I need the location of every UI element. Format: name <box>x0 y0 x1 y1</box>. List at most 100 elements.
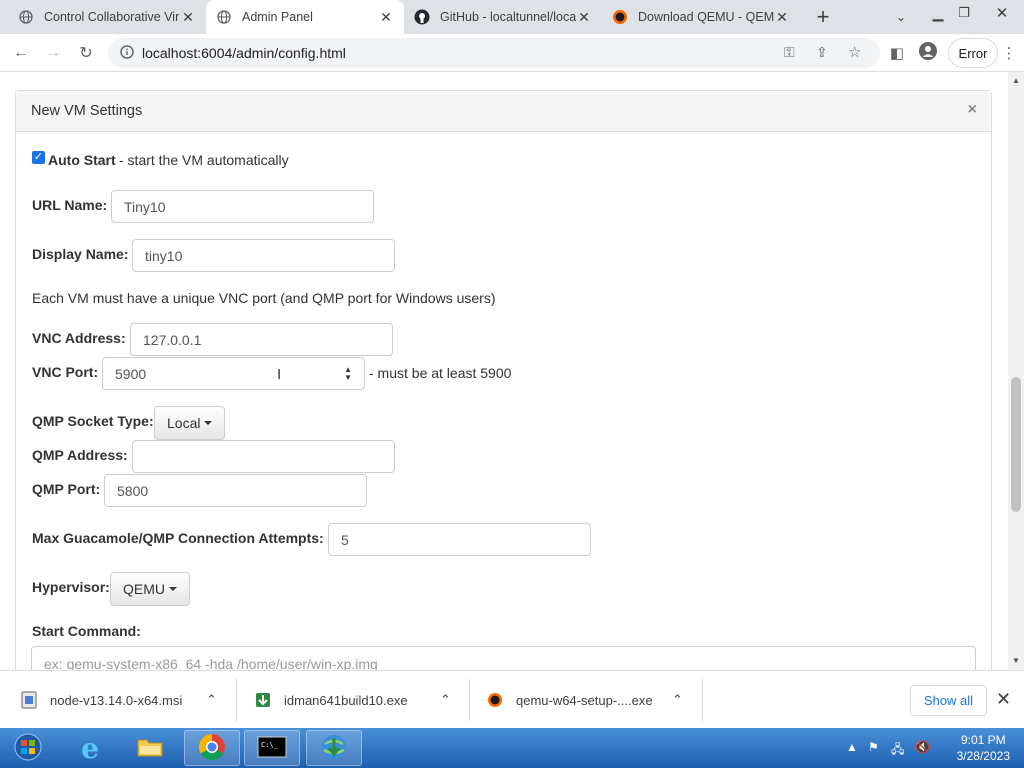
display-name-value: tiny10 <box>145 247 183 264</box>
vnc-address-input[interactable]: 127.0.0.1 <box>130 323 393 356</box>
tray-expand-icon[interactable]: ▲ <box>846 740 858 754</box>
qmp-socket-type-value: Local <box>167 415 201 431</box>
tab-title: Admin Panel <box>242 10 313 24</box>
star-icon[interactable]: ☆ <box>848 43 861 61</box>
close-icon[interactable]: ✕ <box>774 9 790 25</box>
close-icon[interactable]: × <box>968 101 977 119</box>
maximize-button[interactable]: ❐ <box>952 0 976 28</box>
display-name-label: Display Name: <box>32 246 129 262</box>
taskbar-idm[interactable] <box>306 730 362 766</box>
url-name-input[interactable]: Tiny10 <box>111 190 374 223</box>
info-icon[interactable] <box>120 45 134 62</box>
restore-icon: ❐ <box>958 5 970 20</box>
auto-start-description: - start the VM automatically <box>119 152 289 168</box>
vnc-address-value: 127.0.0.1 <box>143 331 202 348</box>
share-icon[interactable]: ⇪ <box>816 44 828 61</box>
tab-strip: Control Collaborative Vir ✕ Admin Panel … <box>0 0 1024 34</box>
tab-download-qemu[interactable]: Download QEMU - QEMU ✕ <box>602 0 800 34</box>
qmp-address-input[interactable] <box>132 440 395 473</box>
caret-down-icon <box>169 587 177 591</box>
start-command-label: Start Command: <box>32 623 141 639</box>
windows-logo-icon <box>14 733 42 764</box>
show-all-button[interactable]: Show all <box>910 685 987 716</box>
taskbar-chrome[interactable] <box>184 730 240 766</box>
download-item[interactable]: node-v13.14.0-x64.msi ⌃ <box>20 671 230 729</box>
start-command-input[interactable]: ex: qemu-system-x86_64 -hda /home/user/w… <box>31 646 976 670</box>
max-attempts-input[interactable]: 5 <box>328 523 591 556</box>
error-button[interactable]: Error <box>948 38 998 68</box>
address-bar[interactable]: localhost:6004/admin/config.html ⚿ ⇪ ☆ <box>108 38 880 68</box>
download-name: qemu-w64-setup-....exe <box>516 692 653 708</box>
menu-button[interactable]: ⋮ <box>999 38 1019 68</box>
tab-search-button[interactable]: ⌄ <box>886 2 916 32</box>
back-button[interactable]: ← <box>6 38 36 68</box>
url-text: localhost:6004/admin/config.html <box>142 45 346 61</box>
scroll-down-icon[interactable]: ▼ <box>1011 656 1021 666</box>
taskbar-clock[interactable]: 9:01 PM 3/28/2023 <box>957 732 1010 764</box>
close-icon[interactable]: ✕ <box>996 689 1011 710</box>
tab-github[interactable]: GitHub - localtunnel/loca ✕ <box>404 0 602 34</box>
tab-admin-panel[interactable]: Admin Panel ✕ <box>206 0 404 34</box>
close-icon[interactable]: ✕ <box>576 9 592 25</box>
url-name-value: Tiny10 <box>124 198 166 215</box>
msi-icon <box>20 691 38 709</box>
qmp-port-input[interactable]: 5800 <box>104 474 367 507</box>
chevron-up-icon[interactable]: ⌃ <box>672 692 683 708</box>
page-scrollbar[interactable]: ▲ ▼ <box>1008 72 1024 670</box>
divider <box>702 679 703 721</box>
divider <box>236 679 237 721</box>
auto-start-checkbox[interactable]: ✓ <box>32 151 45 164</box>
new-tab-button[interactable]: + <box>808 2 838 32</box>
chrome-icon <box>198 733 226 764</box>
windows-taskbar: e C:\_ ▲ ⚑ 🖧 🔇 9:01 PM 3/28/2023 <box>0 728 1024 768</box>
spinner-arrows-icon[interactable]: ▲ ▼ <box>344 366 352 382</box>
key-icon[interactable]: ⚿ <box>784 44 795 61</box>
tab-title: Control Collaborative Vir <box>44 10 180 24</box>
profile-button[interactable] <box>913 38 943 68</box>
action-center-flag-icon[interactable]: ⚑ <box>868 740 879 754</box>
tab-control-collaborative[interactable]: Control Collaborative Vir ✕ <box>8 0 206 34</box>
side-panel-button[interactable]: ◧ <box>882 38 912 68</box>
volume-muted-icon[interactable]: 🔇 <box>915 740 930 754</box>
github-icon <box>414 9 430 25</box>
taskbar-internet-explorer[interactable]: e <box>62 730 118 766</box>
display-name-input[interactable]: tiny10 <box>132 239 395 272</box>
plus-icon: + <box>816 4 830 29</box>
internet-explorer-icon: e <box>81 731 99 765</box>
panel-heading: New VM Settings × <box>16 91 991 132</box>
terminal-icon: C:\_ <box>257 736 287 761</box>
download-name: idman641build10.exe <box>284 692 408 708</box>
qmp-port-label: QMP Port: <box>32 481 101 497</box>
download-item[interactable]: idman641build10.exe ⌃ <box>254 671 464 729</box>
close-icon[interactable]: ✕ <box>378 9 394 25</box>
qmp-socket-type-label: QMP Socket Type: <box>32 413 154 429</box>
chevron-up-icon[interactable]: ⌃ <box>440 692 451 708</box>
text-cursor-icon: I <box>277 366 282 383</box>
start-button[interactable] <box>2 730 54 766</box>
browser-toolbar: ← → ↻ localhost:6004/admin/config.html ⚿… <box>0 34 1024 72</box>
forward-button[interactable]: → <box>38 38 68 68</box>
scroll-thumb[interactable] <box>1011 377 1021 512</box>
hypervisor-dropdown[interactable]: QEMU <box>110 572 190 606</box>
download-item[interactable]: qemu-w64-setup-....exe ⌃ <box>486 671 696 729</box>
start-command-placeholder: ex: qemu-system-x86_64 -hda /home/user/w… <box>44 656 378 670</box>
max-attempts-label: Max Guacamole/QMP Connection Attempts: <box>32 530 324 546</box>
globe-icon <box>18 9 34 25</box>
hypervisor-label: Hypervisor: <box>32 579 110 595</box>
chevron-up-icon[interactable]: ⌃ <box>206 692 217 708</box>
reload-button[interactable]: ↻ <box>71 38 101 68</box>
scroll-up-icon[interactable]: ▲ <box>1011 76 1021 86</box>
downloads-bar: node-v13.14.0-x64.msi ⌃ idman641build10.… <box>0 670 1024 728</box>
new-vm-settings-panel: New VM Settings × ✓ Auto Start - start t… <box>15 90 992 670</box>
arrow-right-icon: → <box>45 44 61 61</box>
taskbar-file-explorer[interactable] <box>122 730 178 766</box>
minimize-button[interactable]: ▁ <box>926 0 950 28</box>
taskbar-command-prompt[interactable]: C:\_ <box>244 730 300 766</box>
max-attempts-value: 5 <box>341 531 349 548</box>
page-viewport: New VM Settings × ✓ Auto Start - start t… <box>0 72 1024 670</box>
close-icon[interactable]: ✕ <box>180 9 196 25</box>
vnc-port-input[interactable]: 5900 I ▲ ▼ <box>102 357 365 390</box>
network-icon[interactable]: 🖧 <box>891 740 904 761</box>
qmp-socket-type-dropdown[interactable]: Local <box>154 406 226 440</box>
close-window-button[interactable]: ✕ <box>988 0 1016 28</box>
